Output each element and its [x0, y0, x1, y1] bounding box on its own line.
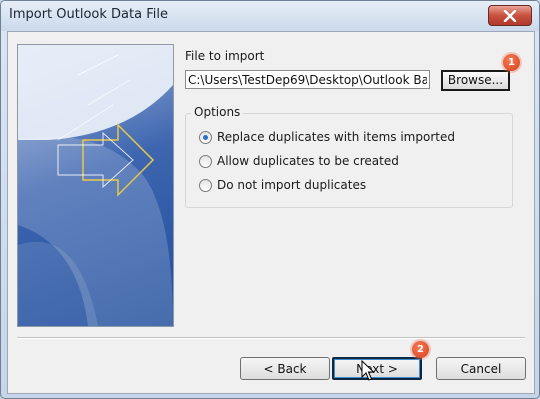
close-icon — [503, 9, 517, 22]
radio-no-duplicates[interactable]: Do not import duplicates — [199, 176, 366, 194]
title-bar: Import Outlook Data File — [1, 1, 539, 31]
file-to-import-label: File to import — [185, 49, 265, 63]
radio-allow-duplicates[interactable]: Allow duplicates to be created — [199, 152, 399, 170]
cancel-button[interactable]: Cancel — [436, 357, 526, 380]
radio-button-icon — [199, 178, 212, 192]
back-button[interactable]: < Back — [240, 357, 330, 380]
mouse-cursor-icon — [361, 360, 375, 381]
radio-replace-duplicates[interactable]: Replace duplicates with items imported — [199, 128, 455, 146]
radio-label: Do not import duplicates — [217, 178, 367, 192]
browse-button[interactable]: Browse... — [441, 70, 510, 91]
radio-label: Replace duplicates with items imported — [217, 130, 455, 144]
dialog-body: File to import Browse... Options Replace… — [7, 31, 535, 394]
radio-button-icon — [199, 130, 212, 144]
radio-button-icon — [199, 154, 212, 168]
next-button[interactable]: Next > — [332, 357, 422, 380]
footer-separator — [17, 337, 525, 339]
import-dialog: Import Outlook Data File File to import … — [0, 0, 540, 399]
radio-label: Allow duplicates to be created — [217, 154, 399, 168]
window-title: Import Outlook Data File — [9, 7, 168, 22]
options-group: Options Replace duplicates with items im… — [185, 105, 513, 208]
step-marker-1: 1 — [503, 54, 520, 71]
close-button[interactable] — [488, 5, 532, 26]
options-title: Options — [191, 105, 244, 119]
step-marker-2: 2 — [412, 341, 429, 358]
file-path-input[interactable] — [185, 70, 430, 89]
import-wizard-graphic — [17, 44, 174, 327]
arrow-graphic-icon — [18, 45, 173, 326]
